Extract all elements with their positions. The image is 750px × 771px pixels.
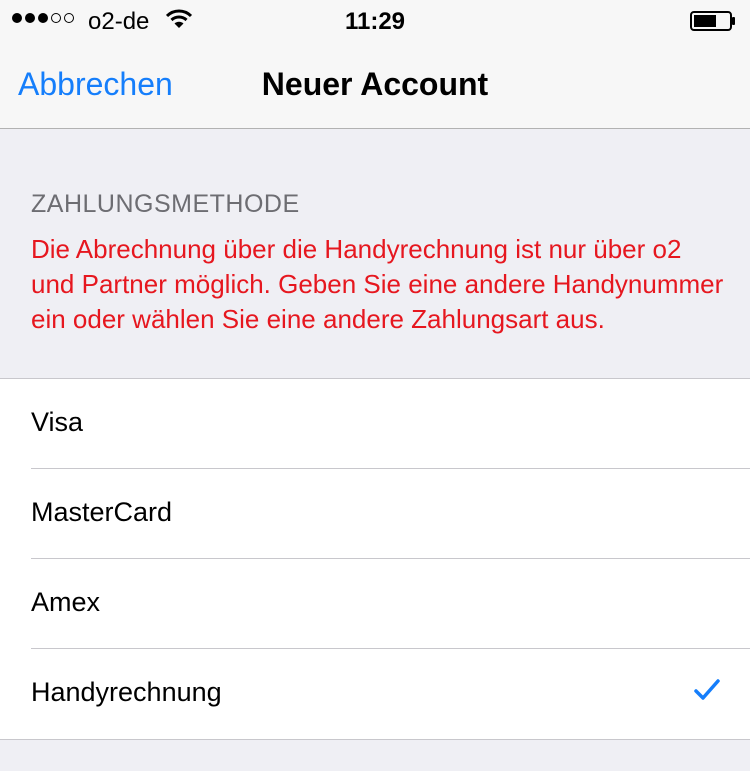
payment-method-list: Visa MasterCard Amex Handyrechnung	[0, 378, 750, 740]
payment-option-label: Visa	[31, 407, 84, 437]
navigation-bar: Neuer Account Abbrechen	[0, 40, 750, 129]
payment-option-handyrechnung[interactable]: Handyrechnung	[0, 649, 750, 739]
section-header: ZAHLUNGSMETHODE	[31, 190, 300, 218]
status-time: 11:29	[344, 8, 406, 35]
error-message: Die Abrechnung über die Handyrechnung is…	[31, 234, 724, 334]
payment-option-label: Handyrechnung	[31, 677, 222, 707]
battery-icon	[690, 11, 736, 36]
status-bar: o2-de 11:29	[0, 0, 750, 40]
payment-option-amex[interactable]: Amex	[0, 559, 750, 649]
payment-option-mastercard[interactable]: MasterCard	[0, 469, 750, 559]
payment-option-visa[interactable]: Visa	[0, 379, 750, 469]
checkmark-icon	[694, 679, 720, 706]
payment-option-label: Amex	[31, 587, 101, 617]
payment-option-label: MasterCard	[31, 497, 173, 527]
cancel-button[interactable]: Abbrechen	[18, 66, 173, 103]
